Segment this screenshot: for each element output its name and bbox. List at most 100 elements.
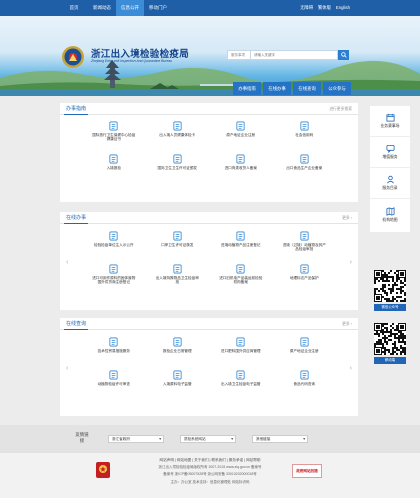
- guide-panel-more[interactable]: 进行更多搜索: [329, 103, 352, 115]
- gov-website-error-badge[interactable]: 政府网站找错: [292, 464, 322, 478]
- recycle-icon: [109, 264, 118, 274]
- sidebar-item-label: 业务赛事场: [380, 124, 400, 128]
- service-item[interactable]: 地理标志产品保护: [273, 262, 337, 295]
- traditional-link[interactable]: 繁体版: [318, 0, 331, 16]
- service-item[interactable]: 进口旧机电产品装运前检验机构备案: [209, 262, 273, 295]
- qr-code-image: [374, 323, 406, 355]
- map-icon: [385, 206, 395, 216]
- service-item[interactable]: 原产地证企业注册: [209, 119, 273, 152]
- service-item-label: 进口肥料国外供应商管理: [220, 349, 261, 353]
- online-query-more-label: 更多: [342, 322, 350, 326]
- certificate-icon: [300, 337, 309, 347]
- mobile-qr-code: [374, 323, 406, 355]
- guide-button[interactable]: 办事指南: [233, 82, 261, 95]
- mobile-qr-label[interactable]: 移动端: [374, 357, 406, 364]
- service-item[interactable]: 技术性贸易措施服务: [82, 335, 146, 368]
- footer-copyright: 浙江出入境检验检疫局版权所有 2007-2015 www.ziq.gov.cn …: [158, 465, 262, 469]
- links-select-other[interactable]: 其他链接 ▾: [252, 435, 308, 443]
- links-select-qc[interactable]: 质检系统网站 ▾: [180, 435, 236, 443]
- chevron-down-icon: ▾: [231, 437, 233, 441]
- service-item-label: 进口旧机电产品装运前检验机构备案: [219, 276, 263, 285]
- online-query-label: 在线查询: [298, 85, 316, 91]
- links-select-gov[interactable]: 浙江省政府 ▾: [108, 435, 164, 443]
- online-query-grid: 技术性贸易措施服务 报检企业日常管理 进口肥料国外供应商管理 原产地证企业注册动植物检…: [82, 335, 336, 401]
- nav-home[interactable]: 首页: [60, 0, 88, 16]
- accessibility-link[interactable]: 无障碍: [300, 0, 313, 16]
- service-item[interactable]: 进境（过境）动植物及其产品检疫审批: [273, 229, 337, 262]
- service-item[interactable]: 社会信用码: [273, 119, 337, 152]
- service-item-label: 出口食品生产企业备案: [286, 166, 323, 170]
- medical-icon: [173, 264, 182, 274]
- permit-icon: [173, 231, 182, 241]
- nav-news[interactable]: 新闻动态: [88, 0, 116, 16]
- service-item[interactable]: 检验检疫单位注入示公开: [82, 229, 146, 262]
- sidebar-item-catalog[interactable]: 服务目录: [370, 168, 410, 199]
- service-item-label: 食品代码查询: [293, 382, 316, 386]
- search-button[interactable]: [338, 50, 349, 60]
- next-arrow-icon[interactable]: ›: [350, 365, 352, 372]
- english-link[interactable]: English: [336, 0, 350, 16]
- sidebar-item-events[interactable]: 业务赛事场: [370, 106, 410, 137]
- service-item[interactable]: 出入境特殊物品卫生检疫审批: [146, 262, 210, 295]
- service-item[interactable]: 动植物检疫许可审查: [82, 368, 146, 401]
- online-query-panel-more[interactable]: 更多 ›: [342, 318, 352, 330]
- service-item[interactable]: 报检企业日常管理: [146, 335, 210, 368]
- sidebar-item-label: 增值服务: [382, 155, 398, 159]
- online-service-label: 在线办事: [268, 85, 286, 91]
- search-icon: [340, 52, 347, 58]
- badge-icon: [300, 121, 309, 131]
- service-item[interactable]: 出入境人员健康体检卡: [146, 119, 210, 152]
- service-item[interactable]: 食品代码查询: [273, 368, 337, 401]
- party-gov-badge-icon[interactable]: [96, 462, 110, 478]
- sidebar-item-map[interactable]: 机构地图: [370, 199, 410, 230]
- service-item[interactable]: 进口肥料国外供应商管理: [209, 335, 273, 368]
- service-item[interactable]: 出口食品生产企业备案: [273, 152, 337, 185]
- public-participation-button[interactable]: 公众参与: [323, 82, 351, 95]
- service-item-label: 报检企业日常管理: [162, 349, 192, 353]
- friendly-links-label: 友情链接: [75, 432, 89, 443]
- service-item[interactable]: 国际旅行卫生保健中心检疫健康证书: [82, 119, 146, 152]
- footer: 网站声明 | 网站地图 | 关于我们 | 联系我们 | 服务承诺 | 网站帮助 …: [0, 453, 420, 498]
- service-item[interactable]: 入境原料电子监管: [146, 368, 210, 401]
- online-query-panel-header: 在线查询 更多 ›: [60, 318, 358, 330]
- online-service-panel-more[interactable]: 更多 ›: [342, 212, 352, 224]
- service-item-label: 进境动植物产品注册登记: [220, 243, 261, 247]
- nav-mobile[interactable]: 移动门户: [144, 0, 172, 16]
- online-query-button[interactable]: 在线查询: [293, 82, 321, 95]
- service-item-label: 口岸卫生许可证核发: [161, 243, 194, 247]
- search-icon: [300, 370, 309, 380]
- next-arrow-icon[interactable]: ›: [350, 259, 352, 266]
- nav-info-public[interactable]: 信息公开: [116, 0, 144, 16]
- service-item[interactable]: 进境动植物产品注册登记: [209, 229, 273, 262]
- footer-links[interactable]: 网站声明 | 网站地图 | 关于我们 | 联系我们 | 服务承诺 | 网站帮助: [0, 458, 420, 463]
- manage-icon: [173, 337, 182, 347]
- service-item[interactable]: 原产地证企业注册: [273, 335, 337, 368]
- plant-icon: [236, 231, 245, 241]
- service-item[interactable]: 进口肉类收货人备案: [209, 152, 273, 185]
- links-select-other-value: 其他链接: [256, 437, 271, 441]
- online-service-panel-header: 在线办事 更多 ›: [60, 212, 358, 224]
- main-menu: 首页 新闻动态 信息公开 移动门户: [60, 0, 172, 16]
- guide-panel-title[interactable]: 办事指南: [64, 103, 89, 115]
- search-scope-select[interactable]: 服务事项: [227, 50, 251, 60]
- search-input[interactable]: [251, 50, 338, 60]
- supplier-icon: [236, 337, 245, 347]
- service-item-label: 原产地证企业注册: [226, 133, 256, 137]
- online-query-panel-title[interactable]: 在线查询: [64, 318, 89, 330]
- service-item[interactable]: 国际卫生卫生许可证颁发: [146, 152, 210, 185]
- service-item[interactable]: 口岸卫生许可证核发: [146, 229, 210, 262]
- service-item-label: 社会信用码: [295, 133, 314, 137]
- online-service-button[interactable]: 在线办事: [263, 82, 291, 95]
- prev-arrow-icon[interactable]: ‹: [66, 259, 68, 266]
- service-item[interactable]: 进口可用作原料的固体废物国外供货商注册登记: [82, 262, 146, 295]
- calendar-icon: [385, 113, 395, 122]
- online-service-panel-title[interactable]: 在线办事: [64, 212, 89, 224]
- monitor-icon: [173, 370, 182, 380]
- prev-arrow-icon[interactable]: ‹: [66, 365, 68, 372]
- star-emblem-icon: [99, 465, 107, 473]
- sidebar-item-value-added[interactable]: 增值服务: [370, 137, 410, 168]
- service-item[interactable]: 入境报检: [82, 152, 146, 185]
- footer-icp: 备案号 浙ICP备05007528号 浙公网安备 33010202000018号: [163, 472, 257, 476]
- service-item[interactable]: 出入境卫生检疫电子监管: [209, 368, 273, 401]
- wechat-qr-label[interactable]: 微信公众号: [374, 304, 406, 311]
